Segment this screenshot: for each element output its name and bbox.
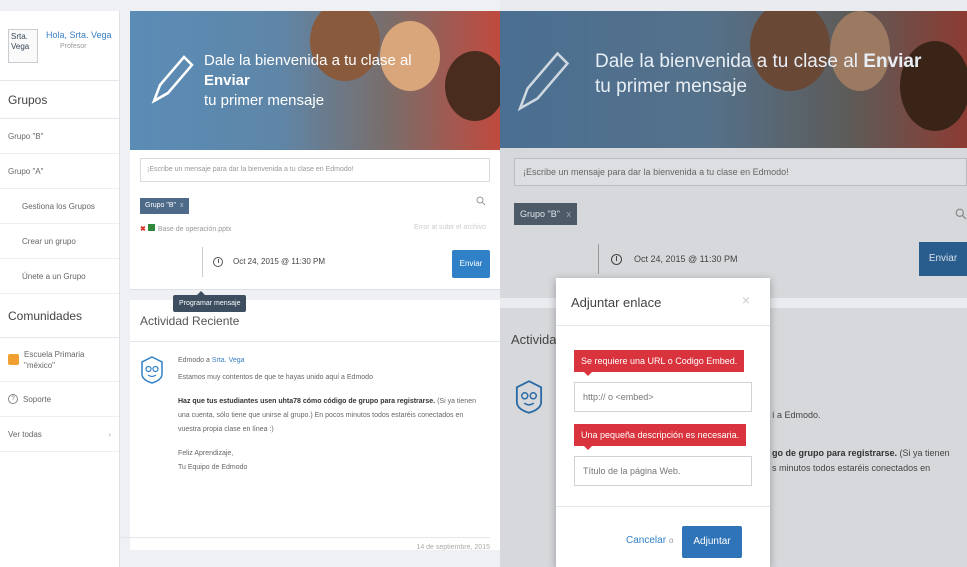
search-icon[interactable] bbox=[955, 208, 967, 220]
sidebar-item-manage-groups[interactable]: Gestiona los Grupos bbox=[0, 189, 119, 224]
banner-title: Dale la bienvenida a tu clase al Enviar t… bbox=[595, 49, 921, 99]
attachment-name: Base de operación.pptx bbox=[157, 226, 232, 233]
attach-link-modal: Adjuntar enlace × Se requiere una URL o … bbox=[556, 278, 770, 567]
clock-icon bbox=[611, 253, 622, 265]
post-from-prefix: Edmodo a bbox=[178, 357, 212, 364]
description-input[interactable]: Título de la página Web. bbox=[574, 456, 752, 486]
search-icon[interactable] bbox=[476, 196, 486, 206]
post-snippet-bold: go de grupo para registrarse. bbox=[772, 448, 898, 458]
clock-icon bbox=[213, 257, 223, 267]
group-tag-label: Grupo "B" bbox=[145, 202, 177, 209]
modal-header: Adjuntar enlace × bbox=[556, 278, 770, 326]
sidebar-item-group-b[interactable]: Grupo "B" bbox=[0, 119, 119, 154]
help-icon: ? bbox=[8, 394, 18, 404]
schedule-tooltip: Programar mensaje bbox=[173, 291, 247, 312]
group-tag[interactable]: Grupo "B" x bbox=[514, 203, 577, 225]
left-screen: Srta. Vega Hola, Srta. Vega Profesor Gru… bbox=[0, 0, 500, 567]
group-tag-label: Grupo "B" bbox=[520, 209, 560, 219]
send-button[interactable]: Enviar bbox=[452, 250, 490, 278]
right-screen: Dale la bienvenida a tu clase al Enviar t… bbox=[500, 0, 967, 567]
schedule-date: Oct 24, 2015 @ 11:30 PM bbox=[233, 257, 326, 266]
school-label: Escuela Primaria "méxico" bbox=[24, 349, 85, 370]
welcome-banner: Dale la bienvenida a tu clase al Enviar t… bbox=[130, 11, 500, 150]
banner-text-bold: Enviar bbox=[863, 51, 922, 72]
sidebar-item-see-all[interactable]: Ver todas › bbox=[0, 417, 119, 452]
post-sign1: Feliz Aprendizaje, bbox=[178, 450, 234, 457]
attachment-error: Error al subir el archivo bbox=[414, 224, 486, 231]
pencil-icon bbox=[517, 51, 570, 112]
banner-photo-kid bbox=[445, 51, 500, 121]
post-bold: Haz que tus estudiantes usen uhta78 cómo… bbox=[178, 398, 436, 405]
close-icon[interactable]: × bbox=[742, 292, 750, 308]
group-tag[interactable]: Grupo "B" x bbox=[140, 198, 189, 214]
recipient-row[interactable]: Grupo "B" x bbox=[514, 203, 967, 227]
see-all-label: Ver todas bbox=[8, 429, 42, 439]
main-content: Dale la bienvenida a tu clase al Enviar t… bbox=[120, 11, 500, 551]
sidebar-item-school[interactable]: Escuela Primaria "méxico" bbox=[0, 338, 119, 382]
recipient-row[interactable]: Grupo "B" x bbox=[140, 194, 490, 214]
schedule-display[interactable]: Oct 24, 2015 @ 11:30 PM bbox=[598, 244, 738, 274]
modal-title: Adjuntar enlace bbox=[571, 295, 662, 310]
post-recipient-link[interactable]: Srta. Vega bbox=[212, 357, 245, 364]
edmodo-logo-icon bbox=[515, 380, 543, 414]
activity-post: Edmodo a Srta. Vega Estamos muy contento… bbox=[130, 342, 500, 475]
sidebar-item-group-a[interactable]: Grupo "A" bbox=[0, 154, 119, 189]
composer: ¡Escribe un mensaje para dar la bienveni… bbox=[130, 150, 500, 312]
groups-title: Grupos bbox=[0, 81, 119, 119]
schedule-display[interactable]: Oct 24, 2015 @ 11:30 PM bbox=[202, 247, 325, 277]
pencil-icon bbox=[151, 55, 194, 104]
sidebar-item-join-group[interactable]: Únete a un Grupo bbox=[0, 259, 119, 294]
communities-title: Comunidades bbox=[0, 294, 119, 338]
banner-text-regular: Dale la bienvenida a tu clase al bbox=[595, 51, 864, 72]
avatar-alt-text: Srta. Vega bbox=[11, 32, 30, 51]
or-text: o bbox=[669, 536, 674, 545]
message-input[interactable]: ¡Escribe un mensaje para dar la bienveni… bbox=[140, 158, 490, 182]
banner-text-line2: tu primer mensaje bbox=[204, 92, 325, 109]
tag-remove-icon[interactable]: x bbox=[566, 209, 571, 219]
post-snippet-3: s minutos todos estaréis conectados en bbox=[772, 463, 931, 473]
edmodo-logo-icon bbox=[141, 356, 163, 384]
send-button[interactable]: Enviar bbox=[919, 242, 967, 276]
cancel-link[interactable]: Cancelar bbox=[626, 535, 666, 546]
url-error-badge: Se requiere una URL o Codigo Embed. bbox=[574, 350, 745, 376]
banner-text-regular: Dale la bienvenida a tu clase al bbox=[204, 52, 412, 69]
banner-text-line2: tu primer mensaje bbox=[595, 76, 748, 97]
post-snippet-1: í a Edmodo. bbox=[772, 410, 821, 420]
sidebar-item-support[interactable]: ? Soporte bbox=[0, 382, 119, 417]
chevron-right-icon: › bbox=[108, 429, 111, 439]
recent-activity: Actividad Reciente Edmodo a Srta. Vega E… bbox=[120, 300, 500, 551]
role-label: Profesor bbox=[60, 43, 87, 50]
post-snippet-rest: (Si ya tienen bbox=[897, 448, 950, 458]
modal-footer: Cancelar o Adjuntar bbox=[556, 506, 770, 567]
file-icon bbox=[147, 224, 155, 231]
avatar[interactable]: Srta. Vega bbox=[8, 29, 38, 63]
post-line1: Estamos muy contentos de que te hayas un… bbox=[178, 374, 373, 381]
post-header: Edmodo a Srta. Vega bbox=[178, 354, 500, 368]
schedule-date: Oct 24, 2015 @ 11:30 PM bbox=[634, 254, 738, 264]
remove-attachment-icon[interactable]: ✖ bbox=[140, 226, 146, 233]
url-input[interactable]: http:// o <embed> bbox=[574, 382, 752, 412]
message-input[interactable]: ¡Escribe un mensaje para dar la bienveni… bbox=[514, 158, 967, 186]
post-snippet-2: go de grupo para registrarse. (Si ya tie… bbox=[772, 446, 962, 476]
banner-title: Dale la bienvenida a tu clase al Enviar t… bbox=[204, 51, 434, 111]
composer-dimmed: ¡Escribe un mensaje para dar la bienveni… bbox=[500, 148, 967, 298]
post-body: Haz que tus estudiantes usen uhta78 cómo… bbox=[178, 395, 488, 437]
banner-text-bold: Enviar bbox=[204, 72, 250, 89]
sidebar: Srta. Vega Hola, Srta. Vega Profesor Gru… bbox=[0, 11, 120, 567]
profile-card: Srta. Vega Hola, Srta. Vega Profesor bbox=[0, 11, 119, 81]
description-error-badge: Una pequeña descripción es necesaria. bbox=[574, 424, 747, 450]
tag-remove-icon[interactable]: x bbox=[180, 202, 184, 209]
greeting-link[interactable]: Hola, Srta. Vega bbox=[46, 29, 112, 41]
post-date: 14 de septiembre, 2015 bbox=[120, 537, 490, 551]
attachment-row: ✖ Base de operación.pptx Error al subir e… bbox=[140, 224, 490, 236]
post-sign2: Tu Equipo de Edmodo bbox=[178, 464, 248, 471]
school-icon bbox=[8, 354, 19, 365]
attach-button[interactable]: Adjuntar bbox=[682, 526, 742, 558]
support-label: Soporte bbox=[23, 394, 52, 404]
sidebar-item-create-group[interactable]: Crear un grupo bbox=[0, 224, 119, 259]
welcome-banner-dimmed: Dale la bienvenida a tu clase al Enviar t… bbox=[500, 11, 967, 148]
